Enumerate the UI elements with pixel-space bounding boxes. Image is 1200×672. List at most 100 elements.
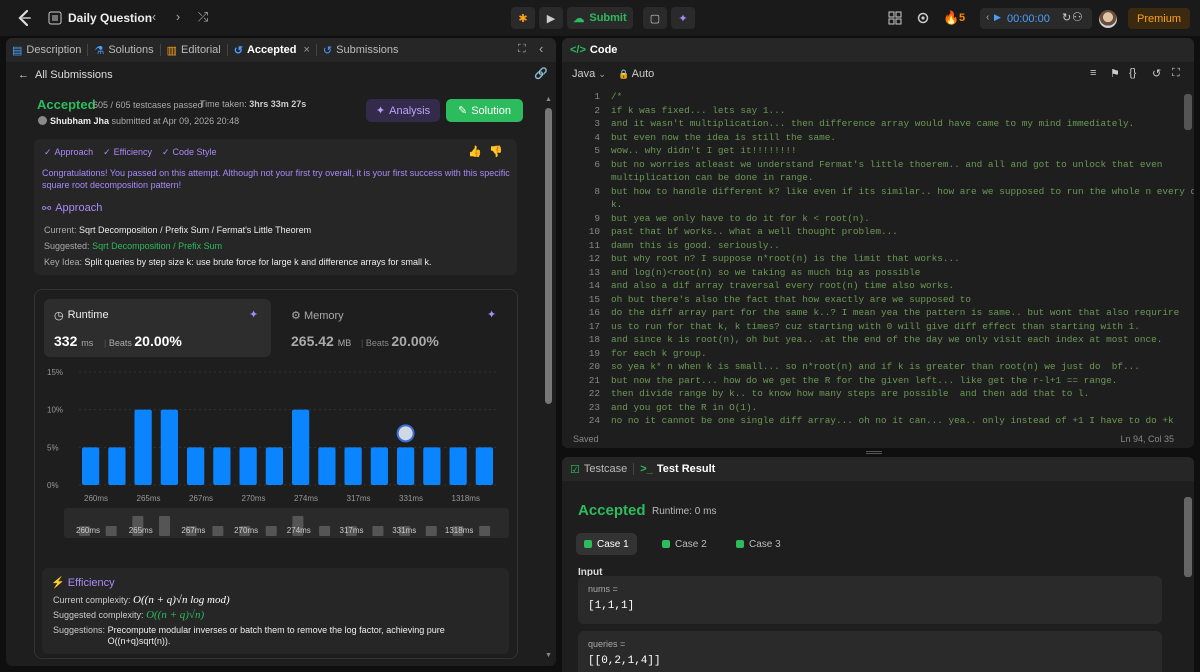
problem-list-icon[interactable] (48, 11, 62, 25)
tab-test-result[interactable]: >_ Test Result (634, 457, 721, 481)
share-link-icon[interactable]: 🔗 (534, 67, 548, 80)
code-scroll-thumb[interactable] (1184, 94, 1192, 130)
suggestions-line: Precompute modular inverses or batch the… (107, 625, 445, 635)
runtime-card[interactable]: ◷ Runtime 332 ms | Beats 20.00% (44, 299, 271, 357)
scroll-down-icon[interactable]: ▼ (545, 652, 552, 659)
tab-submissions[interactable]: ↺ Submissions (317, 38, 405, 62)
scroll-thumb[interactable] (545, 108, 552, 404)
bar[interactable] (344, 447, 362, 485)
bar[interactable] (108, 447, 126, 485)
prev-question-icon[interactable]: ‹ (147, 10, 161, 24)
bar[interactable] (265, 447, 283, 485)
bar[interactable] (397, 447, 415, 485)
bar[interactable] (292, 409, 310, 485)
bookmark-icon[interactable]: ⚑ (1110, 67, 1120, 80)
test-scroll-thumb[interactable] (1184, 497, 1192, 577)
feedback-tags: ✓ Approach ✓ Efficiency ✓ Code Style (44, 147, 217, 158)
timer-reset-icon[interactable]: ↻ (1062, 11, 1071, 24)
runtime-range-slider[interactable]: 260ms 265ms 267ms 270ms 274ms 317ms 331ms 1318m… (64, 508, 509, 538)
line-number: 15 (588, 293, 600, 305)
memory-beats: | Beats 20.00% (361, 333, 439, 349)
left-scrollbar[interactable]: ▲ ▼ (544, 96, 553, 661)
bar[interactable] (370, 447, 388, 485)
bar[interactable] (213, 447, 231, 485)
premium-button[interactable]: Premium (1128, 8, 1190, 29)
settings-gear-icon[interactable] (916, 11, 930, 25)
bar[interactable] (239, 447, 257, 485)
user-avatar[interactable] (1099, 10, 1117, 28)
mini-tick-label: 260ms (76, 526, 100, 535)
note-button[interactable]: ▢ (643, 7, 667, 29)
line-number: 13 (588, 266, 600, 278)
timer-collapse-icon[interactable]: ‹ (986, 12, 989, 23)
collapse-panel-icon[interactable]: ‹ (539, 41, 543, 56)
approach-icon: ⚯ (42, 203, 52, 215)
maximize-icon[interactable]: ⛶ (518, 43, 526, 56)
bar[interactable] (160, 409, 178, 485)
memory-heading[interactable]: ⚙ Memory (291, 309, 344, 322)
bar[interactable] (82, 447, 100, 485)
next-question-icon[interactable]: › (171, 10, 185, 24)
solution-button[interactable]: ✎ Solution (446, 99, 523, 122)
invite-user-icon[interactable]: ⚇ (1072, 10, 1083, 24)
memory-label: Memory (303, 310, 344, 322)
input-queries: queries = [[0,2,1,4]] (578, 631, 1162, 672)
bar[interactable] (449, 447, 467, 485)
user-name[interactable]: Shubham Jha (50, 116, 109, 126)
tab-solutions[interactable]: ⚗ Solutions (88, 38, 159, 62)
bar[interactable] (475, 447, 493, 485)
congrats-message: Congratulations! You passed on this atte… (42, 168, 510, 190)
run-button[interactable]: ▶ (539, 7, 563, 29)
tab-code[interactable]: </> Code (562, 38, 623, 62)
input-value[interactable]: [[0,2,1,4]] (588, 655, 661, 667)
fullscreen-icon[interactable]: ⛶ (1172, 67, 1180, 80)
tag-approach[interactable]: ✓ Approach (44, 147, 93, 158)
leetcode-logo-icon[interactable] (16, 9, 34, 27)
tab-description[interactable]: ▤ Description (6, 38, 87, 62)
debug-button[interactable]: ✱ (511, 7, 535, 29)
format-icon[interactable]: ≡ (1090, 67, 1096, 79)
bar[interactable] (134, 409, 152, 485)
submit-button[interactable]: ☁ Submit (567, 7, 633, 29)
case-tab-3[interactable]: Case 3 (728, 533, 789, 555)
bar[interactable] (423, 447, 441, 485)
input-value[interactable]: [1,1,1] (588, 600, 634, 612)
streak-fire-icon[interactable]: 🔥 (943, 10, 959, 26)
case-tab-1[interactable]: Case 1 (576, 533, 637, 555)
all-submissions-link[interactable]: ← All Submissions (18, 69, 113, 81)
bar[interactable] (187, 447, 205, 485)
sparkle-icon[interactable]: ✦ (487, 308, 496, 321)
thumbs-up-icon[interactable]: 👍 (468, 145, 482, 158)
thumbs-down-icon[interactable]: 👎 (489, 145, 503, 158)
resize-handle[interactable] (866, 451, 882, 454)
current-complexity-value: O((n + q)√n log mod) (133, 594, 230, 606)
user-avatar-small[interactable] (38, 116, 47, 125)
braces-icon[interactable]: {} (1129, 67, 1136, 79)
x-tick-label: 265ms (137, 494, 161, 503)
tab-accepted[interactable]: ↺ Accepted × (228, 38, 316, 62)
tag-label: Efficiency (113, 147, 152, 157)
sparkle-icon[interactable]: ✦ (249, 308, 258, 321)
language-select[interactable]: Java ⌄ (572, 68, 606, 80)
auto-mode[interactable]: 🔒 Auto (618, 68, 654, 80)
tag-efficiency[interactable]: ✓ Efficiency (103, 147, 152, 158)
problem-list-title[interactable]: Daily Question (68, 11, 152, 25)
bar[interactable] (318, 447, 336, 485)
shuffle-icon[interactable]: ⤮ (196, 10, 210, 24)
close-tab-icon[interactable]: × (303, 44, 309, 56)
layout-icon[interactable] (888, 11, 902, 25)
scroll-up-icon[interactable]: ▲ (545, 96, 552, 103)
ai-button[interactable]: ✦ (671, 7, 695, 29)
code-editor[interactable]: 1 /* 2 if k was fixed... lets say 1... 3 and … (562, 86, 1194, 426)
tab-editorial[interactable]: ▥ Editorial (161, 38, 227, 62)
analysis-button[interactable]: ✦ Analysis (366, 99, 440, 122)
tag-code-style[interactable]: ✓ Code Style (162, 147, 217, 158)
reset-code-icon[interactable]: ↺ (1152, 67, 1161, 80)
line-number: 11 (588, 239, 600, 251)
case-tab-2[interactable]: Case 2 (654, 533, 715, 555)
mini-tick-label: 317ms (340, 526, 364, 535)
suggested-complexity-label: Suggested complexity: (53, 610, 144, 620)
sparkle-icon: ✦ (678, 12, 688, 25)
tab-testcase[interactable]: ☑ Testcase (562, 457, 633, 481)
timer-play-icon[interactable]: ▶ (994, 12, 1001, 23)
